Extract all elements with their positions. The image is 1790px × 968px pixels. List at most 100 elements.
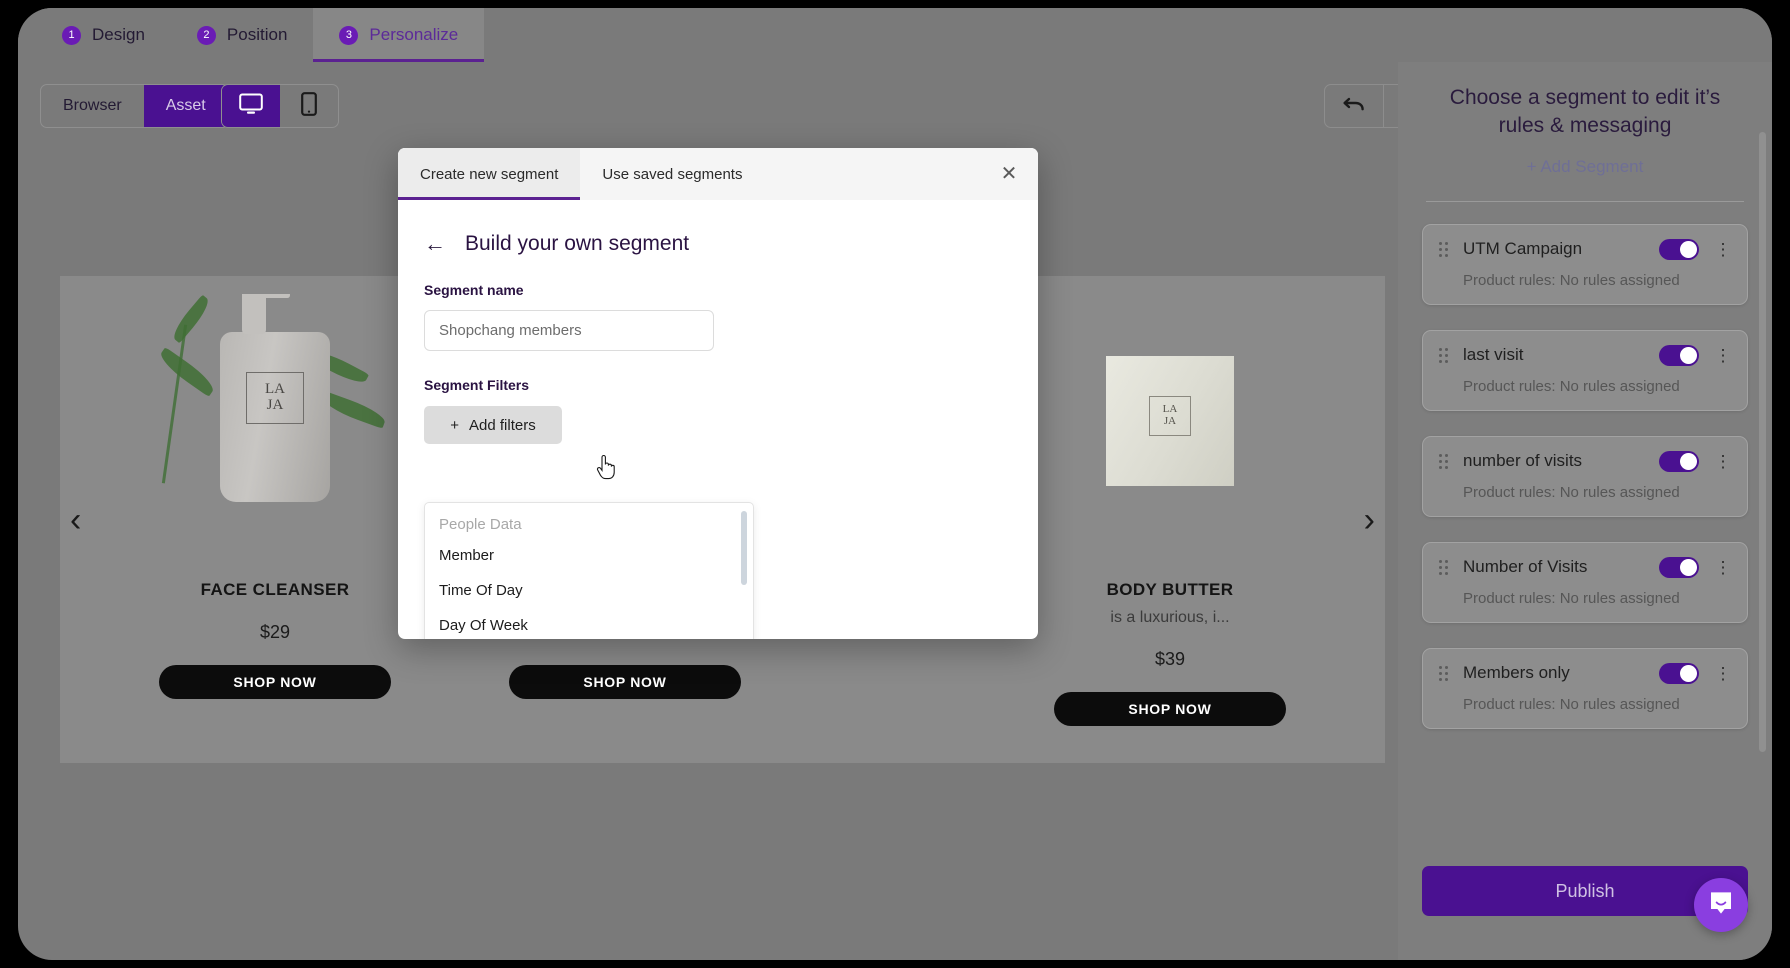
product-image: LA JA	[125, 294, 425, 564]
dropdown-group-label: People Data	[439, 516, 522, 533]
app-window: 1 Design 2 Position 3 Personalize Browse…	[18, 8, 1772, 960]
drag-handle-icon[interactable]	[1437, 559, 1449, 575]
segment-rules-text: Product rules: No rules assigned	[1463, 377, 1680, 395]
view-mode-group: Browser Asset	[40, 84, 229, 128]
step-tab-design[interactable]: 1 Design	[18, 8, 171, 62]
shop-now-button[interactable]: SHOP NOW	[159, 665, 391, 699]
shop-now-button[interactable]: SHOP NOW	[509, 665, 741, 699]
asset-view-button[interactable]: Asset	[143, 85, 228, 127]
segment-name-label: Segment name	[424, 282, 524, 298]
product-title: BODY BUTTER	[1106, 580, 1234, 599]
segment-toggle[interactable]	[1659, 344, 1699, 366]
drag-handle-icon[interactable]	[1437, 665, 1449, 681]
dropdown-item-time-of-day[interactable]: Time Of Day	[425, 573, 753, 608]
tab-create-new-segment[interactable]: Create new segment	[398, 148, 581, 200]
step-number-3: 3	[339, 25, 359, 45]
chat-launcher-button[interactable]	[1694, 878, 1748, 932]
add-filters-button[interactable]: + Add filters	[424, 406, 562, 444]
step-label-position: Position	[226, 25, 288, 44]
carousel-next-button[interactable]: ›	[1364, 503, 1375, 537]
segment-card-number-of-visits[interactable]: Number of Visits ⋮ Product rules: No rul…	[1422, 541, 1748, 623]
leaf-decoration	[168, 294, 214, 344]
segment-toggle[interactable]	[1659, 556, 1699, 578]
segment-name: number of visits	[1463, 451, 1583, 471]
step-number-1: 1	[62, 25, 81, 45]
dropdown-item-member[interactable]: Member	[425, 538, 753, 573]
segment-card-row: number of visits ⋮	[1437, 450, 1733, 472]
brand-logo: LA JA	[246, 372, 304, 424]
shop-now-button[interactable]: SHOP NOW	[1054, 692, 1286, 726]
step-number-2: 2	[196, 25, 216, 45]
create-segment-modal: Create new segment Use saved segments ✕ …	[398, 148, 1038, 639]
segment-toggle[interactable]	[1659, 450, 1699, 472]
browser-view-button[interactable]: Browser	[41, 85, 144, 127]
segment-rules-text: Product rules: No rules assigned	[1463, 271, 1680, 289]
drag-handle-icon[interactable]	[1437, 347, 1449, 363]
drag-handle-icon[interactable]	[1437, 241, 1449, 257]
segment-toggle[interactable]	[1659, 238, 1699, 260]
segment-card-row: Members only ⋮	[1437, 662, 1733, 684]
undo-button[interactable]	[1325, 85, 1383, 127]
segment-card-row: last visit ⋮	[1437, 344, 1733, 366]
more-options-icon[interactable]: ⋮	[1713, 559, 1733, 576]
modal-tab-bar: Create new segment Use saved segments ✕	[398, 148, 1038, 200]
more-options-icon[interactable]: ⋮	[1713, 347, 1733, 364]
back-arrow-icon[interactable]: ←	[424, 233, 446, 255]
device-mode-group	[221, 84, 339, 128]
undo-icon	[1342, 94, 1366, 119]
more-options-icon[interactable]: ⋮	[1713, 241, 1733, 258]
step-tab-personalize[interactable]: 3 Personalize	[313, 8, 485, 62]
add-filters-label: Add filters	[469, 416, 536, 434]
tab-use-saved-segments[interactable]: Use saved segments	[580, 148, 764, 200]
segment-filters-label: Segment Filters	[424, 377, 530, 393]
panel-scrollbar[interactable]	[1759, 132, 1766, 752]
product-image: LA JA	[1020, 294, 1320, 564]
box-illustration: LA JA	[1106, 356, 1234, 486]
modal-title: Build your own segment	[465, 232, 690, 255]
segment-rules-text: Product rules: No rules assigned	[1463, 589, 1680, 607]
product-price: $39	[1154, 649, 1186, 669]
mobile-icon	[301, 91, 317, 121]
segment-list: UTM Campaign ⋮ Product rules: No rules a…	[1422, 223, 1748, 729]
segment-rules-text: Product rules: No rules assigned	[1463, 695, 1680, 713]
chat-bubble-icon	[1708, 890, 1734, 921]
mobile-view-button[interactable]	[280, 85, 338, 127]
leaf-decoration	[156, 347, 218, 397]
carousel-prev-button[interactable]: ‹	[70, 503, 81, 537]
step-label-design: Design	[92, 25, 145, 44]
desktop-view-button[interactable]	[222, 85, 280, 127]
segment-rules-text: Product rules: No rules assigned	[1463, 483, 1680, 501]
add-segment-link[interactable]: + Add Segment	[1422, 157, 1748, 177]
more-options-icon[interactable]: ⋮	[1713, 665, 1733, 682]
segment-card-members-only[interactable]: Members only ⋮ Product rules: No rules a…	[1422, 647, 1748, 729]
filter-options-dropdown: People Data Member Time Of Day Day Of We…	[424, 502, 754, 639]
segment-card-row: Number of Visits ⋮	[1437, 556, 1733, 578]
dropdown-item-day-of-week[interactable]: Day Of Week	[425, 608, 753, 639]
panel-divider	[1426, 200, 1744, 202]
segment-name: Number of Visits	[1463, 557, 1588, 577]
segment-card-row: UTM Campaign ⋮	[1437, 238, 1733, 260]
brand-logo: LA JA	[1149, 396, 1191, 436]
dropdown-scrollbar[interactable]	[741, 511, 747, 585]
segment-name-input[interactable]	[424, 310, 714, 351]
step-tabs: 1 Design 2 Position 3 Personalize	[18, 8, 1772, 62]
segment-card-last-visit[interactable]: last visit ⋮ Product rules: No rules ass…	[1422, 329, 1748, 411]
modal-heading-row: ← Build your own segment	[424, 232, 1038, 256]
product-card[interactable]: LA JA BODY BUTTER is a luxurious, i... $3…	[990, 276, 1350, 763]
panel-title: Choose a segment to edit it’s rules & me…	[1449, 86, 1721, 138]
segment-toggle[interactable]	[1659, 662, 1699, 684]
step-tab-position[interactable]: 2 Position	[171, 8, 313, 62]
modal-body: ← Build your own segment Segment name Se…	[398, 200, 1038, 639]
segment-name: last visit	[1463, 345, 1524, 365]
leaf-decoration	[320, 391, 388, 429]
segment-card-number-of-visits-lower[interactable]: number of visits ⋮ Product rules: No rul…	[1422, 435, 1748, 517]
segment-name: Members only	[1463, 663, 1570, 683]
step-label-personalize: Personalize	[369, 25, 459, 44]
segment-card-utm-campaign[interactable]: UTM Campaign ⋮ Product rules: No rules a…	[1422, 223, 1748, 305]
segment-name: UTM Campaign	[1463, 239, 1583, 259]
product-description: is a luxurious, i...	[1110, 609, 1230, 626]
close-icon[interactable]: ✕	[996, 161, 1022, 187]
more-options-icon[interactable]: ⋮	[1713, 453, 1733, 470]
drag-handle-icon[interactable]	[1437, 453, 1449, 469]
monitor-icon	[239, 93, 263, 120]
